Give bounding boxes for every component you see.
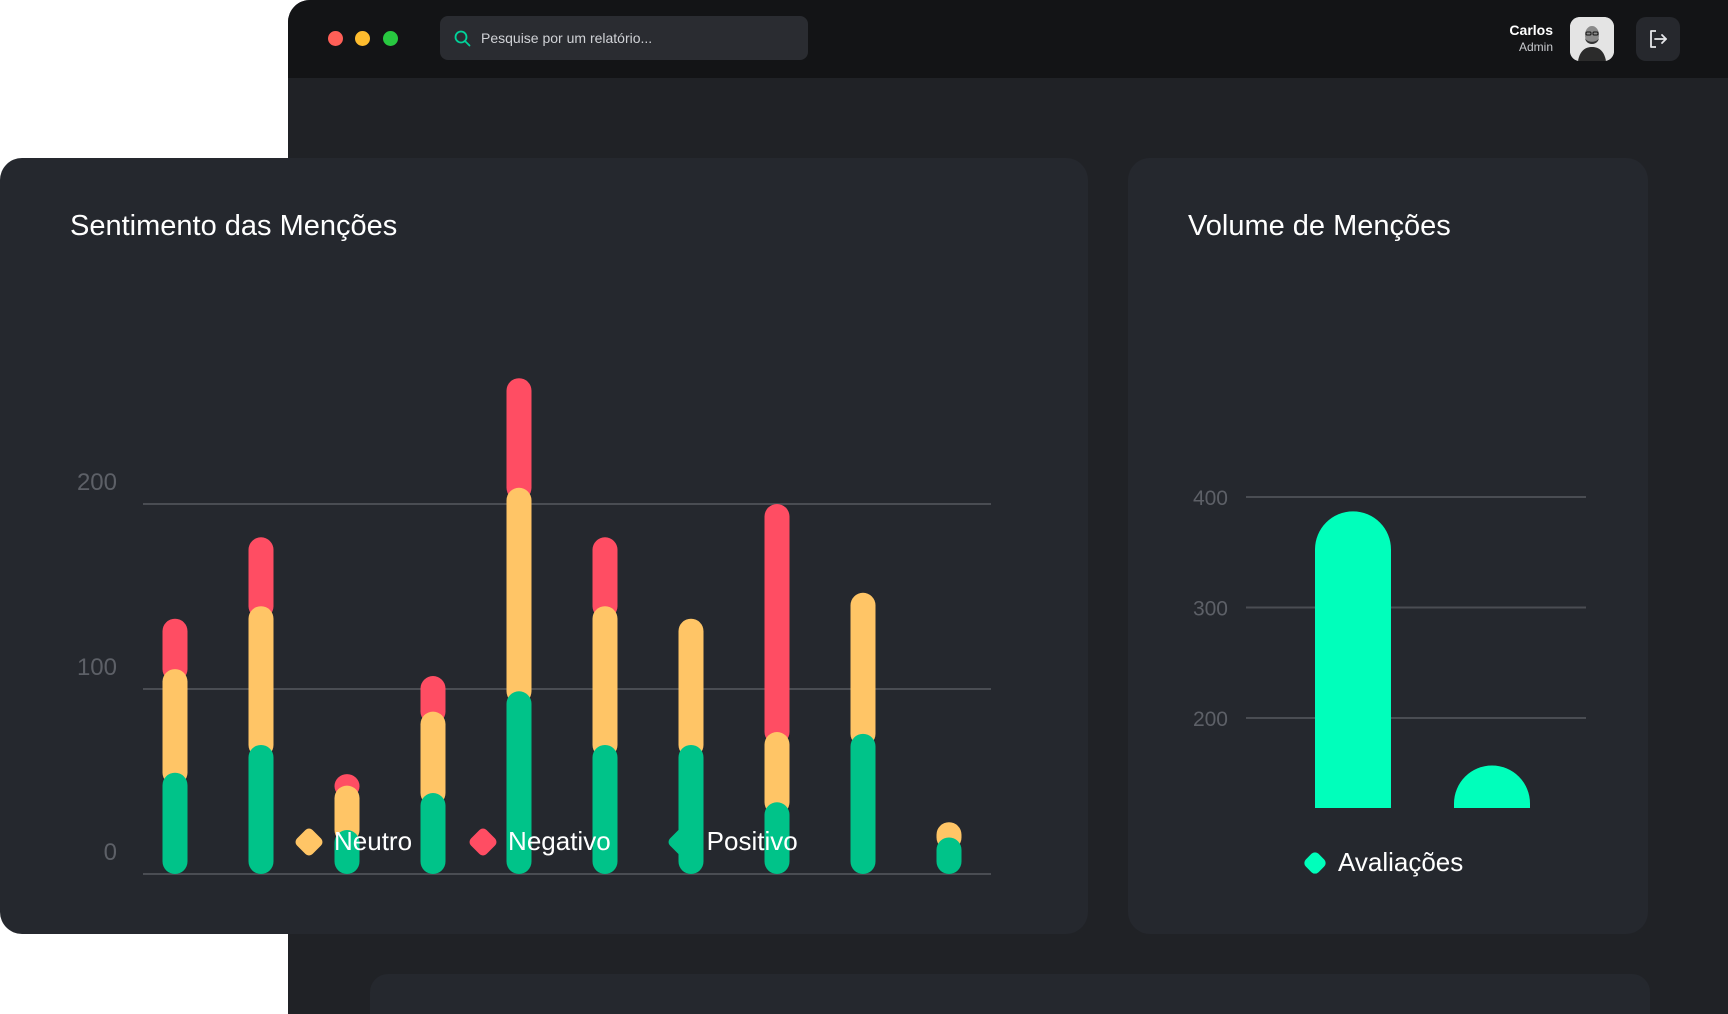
search-icon <box>454 30 471 46</box>
y-tick-label: 200 <box>77 469 117 496</box>
legend-item-avaliacoes: Avaliações <box>1302 847 1464 878</box>
bar-neutro-09 <box>850 592 876 747</box>
x-tick-label: 08 <box>764 887 791 888</box>
y-tick-label: 0 <box>104 839 117 866</box>
legend-item-neutro: Neutro <box>293 825 413 858</box>
bar-avaliacoes-fev <box>1454 765 1530 808</box>
bar-positivo-01 <box>162 772 188 874</box>
y-tick-label: 300 <box>1193 598 1228 621</box>
sentiment-card: Sentimento das Menções 0 100 200 01 02 03 04 05… <box>0 158 1088 934</box>
bar-group-06 <box>592 537 618 874</box>
bar-positivo-02 <box>248 744 274 874</box>
user-avatar-icon <box>1570 17 1614 61</box>
sentiment-chart-title: Sentimento das Menções <box>70 210 398 242</box>
maximize-window-button[interactable] <box>383 31 398 46</box>
legend-label-positivo: Positivo <box>706 826 798 856</box>
avatar[interactable] <box>1570 17 1614 61</box>
positivo-swatch-icon <box>666 825 698 858</box>
bar-neutro-07 <box>678 618 704 758</box>
x-tick-label: 05 <box>506 887 533 888</box>
minimize-window-button[interactable] <box>355 31 370 46</box>
volume-chart: 0100200300400JanFev <box>1193 487 1586 808</box>
close-window-button[interactable] <box>328 31 343 46</box>
user-name: Carlos <box>1509 22 1553 38</box>
user-role: Admin <box>1518 40 1553 54</box>
bar-group-08 <box>764 504 790 874</box>
top-bar: Carlos Admin <box>288 0 1728 78</box>
y-tick-label: 400 <box>1193 487 1228 510</box>
x-tick-label: 01 <box>162 887 189 888</box>
x-tick-label: 09 <box>850 887 877 888</box>
bar-group-09 <box>850 592 876 874</box>
bar-neutro-02 <box>248 606 274 758</box>
bar-negativo-08 <box>764 504 790 745</box>
legend-item-negativo: Negativo <box>467 825 611 858</box>
logout-button[interactable] <box>1636 17 1680 61</box>
bar-neutro-01 <box>162 669 188 786</box>
bar-avaliacoes-jan <box>1315 511 1391 808</box>
x-tick-label: 10 <box>936 887 963 888</box>
bar-neutro-06 <box>592 606 618 758</box>
avaliacoes-swatch-icon <box>1302 849 1328 876</box>
logout-icon <box>1650 30 1667 48</box>
bar-group-01 <box>162 618 188 874</box>
sentiment-chart: 0 100 200 01 02 03 04 05 06 07 08 09 10 <box>77 378 991 888</box>
x-tick-label: 03 <box>334 887 361 888</box>
neutro-swatch-icon <box>293 825 325 858</box>
y-tick-label: 100 <box>77 654 117 681</box>
legend-label-neutro: Neutro <box>334 826 413 856</box>
bottom-panel <box>370 974 1650 1014</box>
x-tick-label: 07 <box>678 887 705 888</box>
bar-neutro-05 <box>506 487 532 704</box>
x-tick-label: 04 <box>420 887 447 888</box>
legend-label-avaliacoes: Avaliações <box>1338 847 1464 877</box>
x-tick-label: 06 <box>592 887 619 888</box>
search-input[interactable] <box>479 29 783 47</box>
volume-chart-title: Volume de Menções <box>1188 210 1451 242</box>
legend-label-negativo: Negativo <box>508 826 611 856</box>
volume-card: Volume de Menções 0100200300400JanFev Av… <box>1128 158 1648 934</box>
bar-group-05 <box>506 378 532 874</box>
bar-positivo-10 <box>936 837 962 874</box>
bar-group-03 <box>334 774 360 874</box>
bar-group-02 <box>248 537 274 874</box>
bar-neutro-04 <box>420 711 446 806</box>
volume-legend: Avaliações <box>1302 847 1464 878</box>
bar-negativo-05 <box>506 378 532 501</box>
sentiment-legend: Neutro Negativo Positivo <box>293 825 798 858</box>
bar-positivo-09 <box>850 733 876 874</box>
x-tick-label: 02 <box>248 887 275 888</box>
legend-item-positivo: Positivo <box>666 825 798 858</box>
y-tick-label: 200 <box>1193 708 1228 731</box>
bar-group-10 <box>936 822 962 874</box>
search-bar[interactable] <box>440 16 808 60</box>
negativo-swatch-icon <box>467 825 499 858</box>
